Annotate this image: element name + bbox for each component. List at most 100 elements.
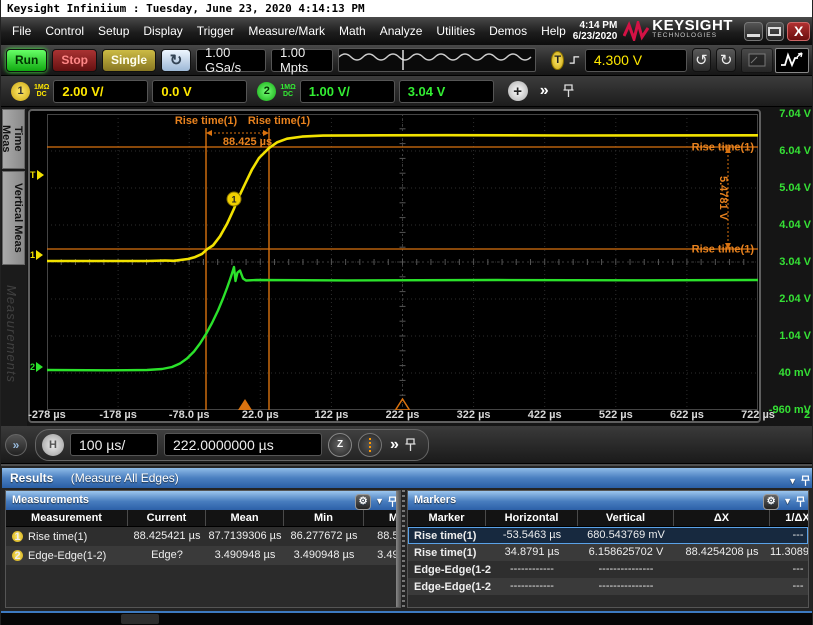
menu-item-display[interactable]: Display [136,17,189,45]
markers-table-body: Rise time(1)-53.5463 µs680.543769 mV---R… [408,527,808,595]
measurements-table-body: 1Rise time(1)88.425421 µs87.7139306 µs86… [6,527,400,565]
markers-button[interactable] [358,433,382,457]
y-tick-label: 7.04 V [761,108,811,120]
screen-capture-button[interactable] [741,48,773,73]
pin-icon[interactable] [405,438,416,452]
waveform-plot[interactable]: 1Rise time(1)Rise time(1)88.425 µsRise t… [47,114,758,410]
menu-item-utilities[interactable]: Utilities [429,17,482,45]
column-header[interactable]: Vertical [578,510,674,526]
expand-panel-button[interactable]: » [5,434,27,456]
extra-axis-label: 2 [804,409,810,421]
taskbar-item[interactable] [121,614,159,624]
channel2-ground-marker[interactable]: 2 [30,360,47,374]
table-row[interactable]: Rise time(1)-53.5463 µs680.543769 mV--- [408,527,808,544]
channel2-offset-field[interactable]: 3.04 V [399,80,494,103]
tab-vertical-meas[interactable]: Vertical Meas [2,171,25,265]
results-collapse-icon[interactable]: ▼ [788,471,797,491]
row-name: Rise time(1) [414,527,476,544]
hbar-more-button[interactable]: » [390,436,399,454]
y-tick-label: 4.04 V [761,219,811,231]
x-tick-label: 522 µs [599,409,633,421]
table-row[interactable]: 2Edge-Edge(1-2)Edge?3.490948 µs3.490948 … [6,546,400,565]
row-name-cell: Edge-Edge(1-2 [408,578,486,595]
markers-header[interactable]: Markers ⚙ ▼ [408,491,808,510]
measurements-header[interactable]: Measurements ⚙ ▼ [6,491,400,510]
column-header[interactable]: 1/ΔX [770,510,808,526]
menu-item-analyze[interactable]: Analyze [373,17,430,45]
markers-collapse-icon[interactable]: ▼ [783,492,792,511]
menu-item-trigger[interactable]: Trigger [190,17,242,45]
panel-resize-grip[interactable] [402,490,405,608]
channel1-offset-field[interactable]: 0.0 V [152,80,247,103]
keysight-logo: KEYSIGHT TECHNOLOGIES [623,21,733,41]
pin-icon[interactable] [801,475,810,487]
gear-icon[interactable]: ⚙ [763,494,779,510]
redo-button[interactable]: ↻ [716,48,736,72]
stop-button[interactable]: Stop [52,49,97,72]
table-row[interactable]: 1Rise time(1)88.425421 µs87.7139306 µs86… [6,527,400,546]
measurements-scrollbar[interactable] [396,491,400,607]
autoscale-button[interactable] [775,48,809,73]
touch-button[interactable]: ↻ [161,49,191,72]
channel1-badge[interactable]: 1 [11,82,30,101]
value-cell [674,578,770,595]
column-header[interactable]: Mean [206,510,284,526]
channel2-scale-field[interactable]: 1.00 V/ [300,80,395,103]
maximize-icon [768,27,781,36]
pin-icon[interactable] [796,496,805,508]
close-button[interactable]: X [787,22,810,41]
zoom-button[interactable]: Z [328,433,352,457]
value-cell: 34.8791 µs [486,544,578,561]
table-row[interactable]: Edge-Edge(1-2---------------------------… [408,561,808,578]
column-header[interactable]: Current [128,510,206,526]
menu-item-file[interactable]: File [5,17,38,45]
column-header[interactable]: Horizontal [486,510,578,526]
menu-item-setup[interactable]: Setup [91,17,136,45]
column-header[interactable]: ΔX [674,510,770,526]
x-tick-label: 322 µs [457,409,491,421]
column-header[interactable]: Marker [408,510,486,526]
channel2-coupling: 1MΩDC [280,84,295,98]
gear-icon[interactable]: ⚙ [355,494,371,510]
menu-item-measuremark[interactable]: Measure/Mark [241,17,332,45]
menu-item-demos[interactable]: Demos [482,17,534,45]
table-row[interactable]: Edge-Edge(1-2---------------------------… [408,578,808,595]
results-title-bar[interactable]: Results (Measure All Edges) ▼ [2,468,813,488]
timebase-scale-field[interactable]: 100 µs/ [70,433,158,456]
menu-item-math[interactable]: Math [332,17,373,45]
column-header[interactable]: Measurement [6,510,128,526]
value-cell: 88.425421 µs [128,527,206,546]
menu-item-control[interactable]: Control [38,17,91,45]
column-header[interactable]: M [364,510,400,526]
channel1-ground-marker[interactable]: 1 [30,248,47,262]
add-channel-button[interactable]: + [508,81,528,101]
channel1-scale-field[interactable]: 2.00 V/ [53,80,148,103]
column-header[interactable]: Min [284,510,364,526]
tab-time-meas[interactable]: Time Meas [2,109,25,169]
menu-item-help[interactable]: Help [534,17,573,45]
single-button[interactable]: Single [102,49,156,72]
horizontal-badge[interactable]: H [42,434,64,456]
memory-depth-field[interactable]: 1.00 Mpts [271,49,333,72]
row-name-cell: 1Rise time(1) [6,527,128,546]
run-button[interactable]: Run [6,49,47,72]
sample-rate-field[interactable]: 1.00 GSa/s [196,49,266,72]
undo-button[interactable]: ↺ [692,48,712,72]
measurements-panel: Measurements ⚙ ▼ MeasurementCurrentMeanM… [5,490,401,608]
markers-table-header: MarkerHorizontalVerticalΔX1/ΔX [408,510,808,527]
x-tick-label: 222 µs [386,409,420,421]
trigger-badge[interactable]: T [551,51,564,70]
maximize-button[interactable] [766,22,785,41]
acquisition-preview[interactable] [338,48,536,72]
table-row[interactable]: Rise time(1)34.8791 µs6.158625702 V88.42… [408,544,808,561]
minimize-button[interactable] [744,22,763,41]
rise-time-value-label: 88.425 µs [223,136,272,148]
measurements-collapse-icon[interactable]: ▼ [375,492,384,511]
trigger-level-field[interactable]: 4.300 V [585,49,687,72]
trigger-level-marker[interactable]: T [30,168,47,182]
timebase-position-field[interactable]: 222.0000000 µs [164,433,322,456]
pin-icon[interactable] [563,84,574,98]
channel-more-button[interactable]: » [540,82,549,100]
channel2-badge[interactable]: 2 [257,82,276,101]
value-cell: --- [770,578,808,595]
